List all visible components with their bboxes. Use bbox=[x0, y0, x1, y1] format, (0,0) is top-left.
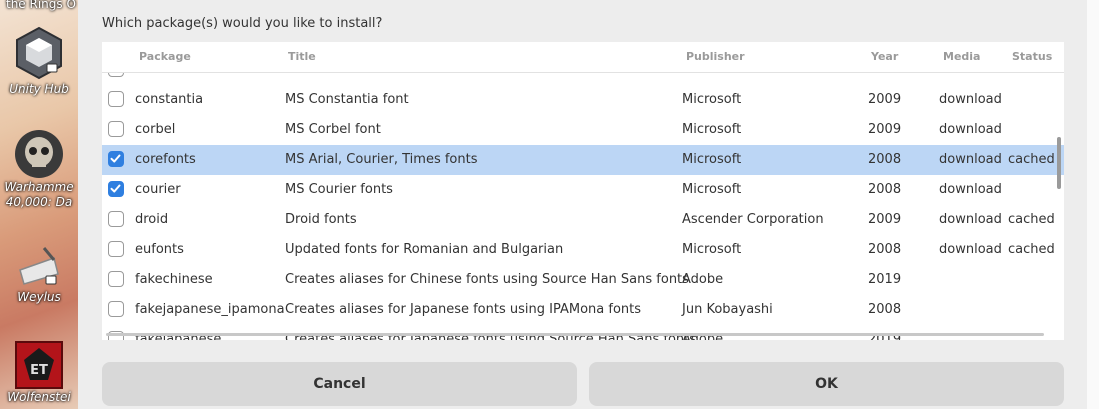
column-header-title[interactable]: Title bbox=[288, 50, 316, 63]
cell-media: download bbox=[939, 152, 1002, 167]
cell-package: corefonts bbox=[135, 152, 196, 167]
table-row[interactable]: droid Droid fonts Ascender Corporation 2009… bbox=[102, 205, 1064, 235]
cell-package: courier bbox=[135, 182, 181, 197]
cell-title: MS Courier fonts bbox=[285, 182, 393, 197]
cell-publisher: Microsoft bbox=[682, 152, 742, 167]
cell-title: Updated fonts for Romanian and Bulgarian bbox=[285, 242, 564, 257]
table-row[interactable]: corbel MS Corbel font Microsoft 2009 downloa… bbox=[102, 115, 1064, 145]
cell-media: download bbox=[939, 122, 1002, 137]
svg-text:ET: ET bbox=[30, 363, 48, 378]
column-header-package[interactable]: Package bbox=[139, 50, 191, 63]
cell-publisher: Jun Kobayashi bbox=[682, 302, 773, 317]
table-row[interactable]: fakechinese Creates aliases for Chinese f… bbox=[102, 265, 1064, 295]
cell-status: cached bbox=[1008, 242, 1055, 257]
horizontal-scrollbar[interactable] bbox=[106, 333, 1044, 336]
desktop-icon-label: Weylus bbox=[17, 290, 61, 304]
cell-title: MS Constantia font bbox=[285, 92, 409, 107]
install-dialog: Which package(s) would you like to insta… bbox=[78, 0, 1087, 409]
window-edge bbox=[1087, 0, 1099, 409]
table-row[interactable]: courier MS Courier fonts Microsoft 2008 down… bbox=[102, 175, 1064, 205]
table-row[interactable]: eufonts Updated fonts for Romanian and Bu… bbox=[102, 235, 1064, 265]
cell-year: 2008 bbox=[868, 182, 902, 197]
vertical-scrollbar[interactable] bbox=[1057, 137, 1061, 189]
table-header: Package Title Publisher Year Media Statu… bbox=[102, 42, 1064, 73]
cell-year: 2008 bbox=[868, 302, 902, 317]
row-checkbox[interactable] bbox=[108, 181, 124, 197]
row-checkbox[interactable] bbox=[108, 271, 124, 287]
table-row[interactable]: fakejapanese_ipamona Creates aliases for … bbox=[102, 295, 1064, 325]
desktop-icon-label-line2: 40,000: Da bbox=[5, 195, 73, 209]
cell-title: Creates aliases for Japanese fonts using… bbox=[285, 302, 642, 317]
cell-publisher: Ascender Corporation bbox=[682, 212, 824, 227]
desktop-icon-label: Warhamme bbox=[4, 180, 74, 194]
checkmark-icon bbox=[110, 184, 121, 193]
cell-media: download bbox=[939, 182, 1002, 197]
cell-year: 2008 bbox=[868, 152, 902, 167]
row-checkbox[interactable] bbox=[108, 241, 124, 257]
cell-media: download bbox=[939, 212, 1002, 227]
cell-media: download bbox=[939, 92, 1002, 107]
row-checkbox[interactable] bbox=[108, 151, 124, 167]
skull-icon bbox=[15, 130, 63, 178]
row-checkbox[interactable] bbox=[108, 121, 124, 137]
weylus-icon bbox=[19, 247, 59, 285]
cell-title: MS Arial, Courier, Times fonts bbox=[285, 152, 478, 167]
cell-year: 2008 bbox=[868, 242, 902, 257]
column-header-media[interactable]: Media bbox=[943, 50, 980, 63]
desktop-icon-wolfenstein[interactable]: ET Wolfenstei bbox=[0, 340, 78, 405]
cell-publisher: Microsoft bbox=[682, 182, 742, 197]
package-table[interactable]: consolasMS Consolas console fontMicrosof… bbox=[102, 42, 1064, 340]
cell-status: cached bbox=[1008, 212, 1055, 227]
cell-publisher: Microsoft bbox=[682, 92, 742, 107]
cell-package: corbel bbox=[135, 122, 176, 137]
cell-title: MS Corbel font bbox=[285, 122, 381, 137]
ok-button[interactable]: OK bbox=[589, 362, 1064, 406]
desktop-icon-label: Unity Hub bbox=[9, 82, 69, 96]
cell-package: fakejapanese_ipamona bbox=[135, 302, 285, 317]
column-header-status[interactable]: Status bbox=[1012, 50, 1052, 63]
cell-package: fakechinese bbox=[135, 272, 213, 287]
desktop-icon-label: Wolfenstei bbox=[7, 390, 71, 404]
dialog-prompt: Which package(s) would you like to insta… bbox=[102, 16, 383, 31]
cell-media: download bbox=[939, 242, 1002, 257]
desktop-icon-unity-hub[interactable]: Unity Hub bbox=[0, 26, 78, 97]
cell-title: Droid fonts bbox=[285, 212, 357, 227]
desktop-icon-warhammer[interactable]: Warhamme 40,000: Da bbox=[0, 128, 78, 210]
cell-publisher: Microsoft bbox=[682, 122, 742, 137]
desktop-icon-weylus[interactable]: Weylus bbox=[0, 240, 78, 305]
cell-year: 2009 bbox=[868, 122, 902, 137]
checkmark-icon bbox=[110, 154, 121, 163]
table-row[interactable]: corefonts MS Arial, Courier, Times fonts M… bbox=[102, 145, 1064, 175]
cancel-button[interactable]: Cancel bbox=[102, 362, 577, 406]
column-header-publisher[interactable]: Publisher bbox=[686, 50, 745, 63]
cell-year: 2009 bbox=[868, 212, 902, 227]
cell-title: Creates aliases for Chinese fonts using … bbox=[285, 272, 689, 287]
column-header-year[interactable]: Year bbox=[871, 50, 898, 63]
cell-publisher: Adobe bbox=[682, 272, 724, 287]
cell-year: 2019 bbox=[868, 272, 902, 287]
table-row[interactable]: constantia MS Constantia font Microsoft 200… bbox=[102, 85, 1064, 115]
cell-package: constantia bbox=[135, 92, 204, 107]
unity-hub-icon bbox=[16, 26, 62, 80]
cell-year: 2009 bbox=[868, 92, 902, 107]
wolfenstein-icon: ET bbox=[15, 341, 63, 389]
row-checkbox[interactable] bbox=[108, 301, 124, 317]
row-checkbox[interactable] bbox=[108, 91, 124, 107]
row-checkbox[interactable] bbox=[108, 211, 124, 227]
cell-package: eufonts bbox=[135, 242, 184, 257]
cell-package: droid bbox=[135, 212, 169, 227]
cell-publisher: Microsoft bbox=[682, 242, 742, 257]
desktop-background: the Rings O Unity Hub Warhamme 40,000: D… bbox=[0, 0, 78, 409]
package-rows: consolasMS Consolas console fontMicrosof… bbox=[102, 55, 1064, 340]
cell-status: cached bbox=[1008, 152, 1055, 167]
desktop-top-label: the Rings O bbox=[6, 0, 76, 11]
